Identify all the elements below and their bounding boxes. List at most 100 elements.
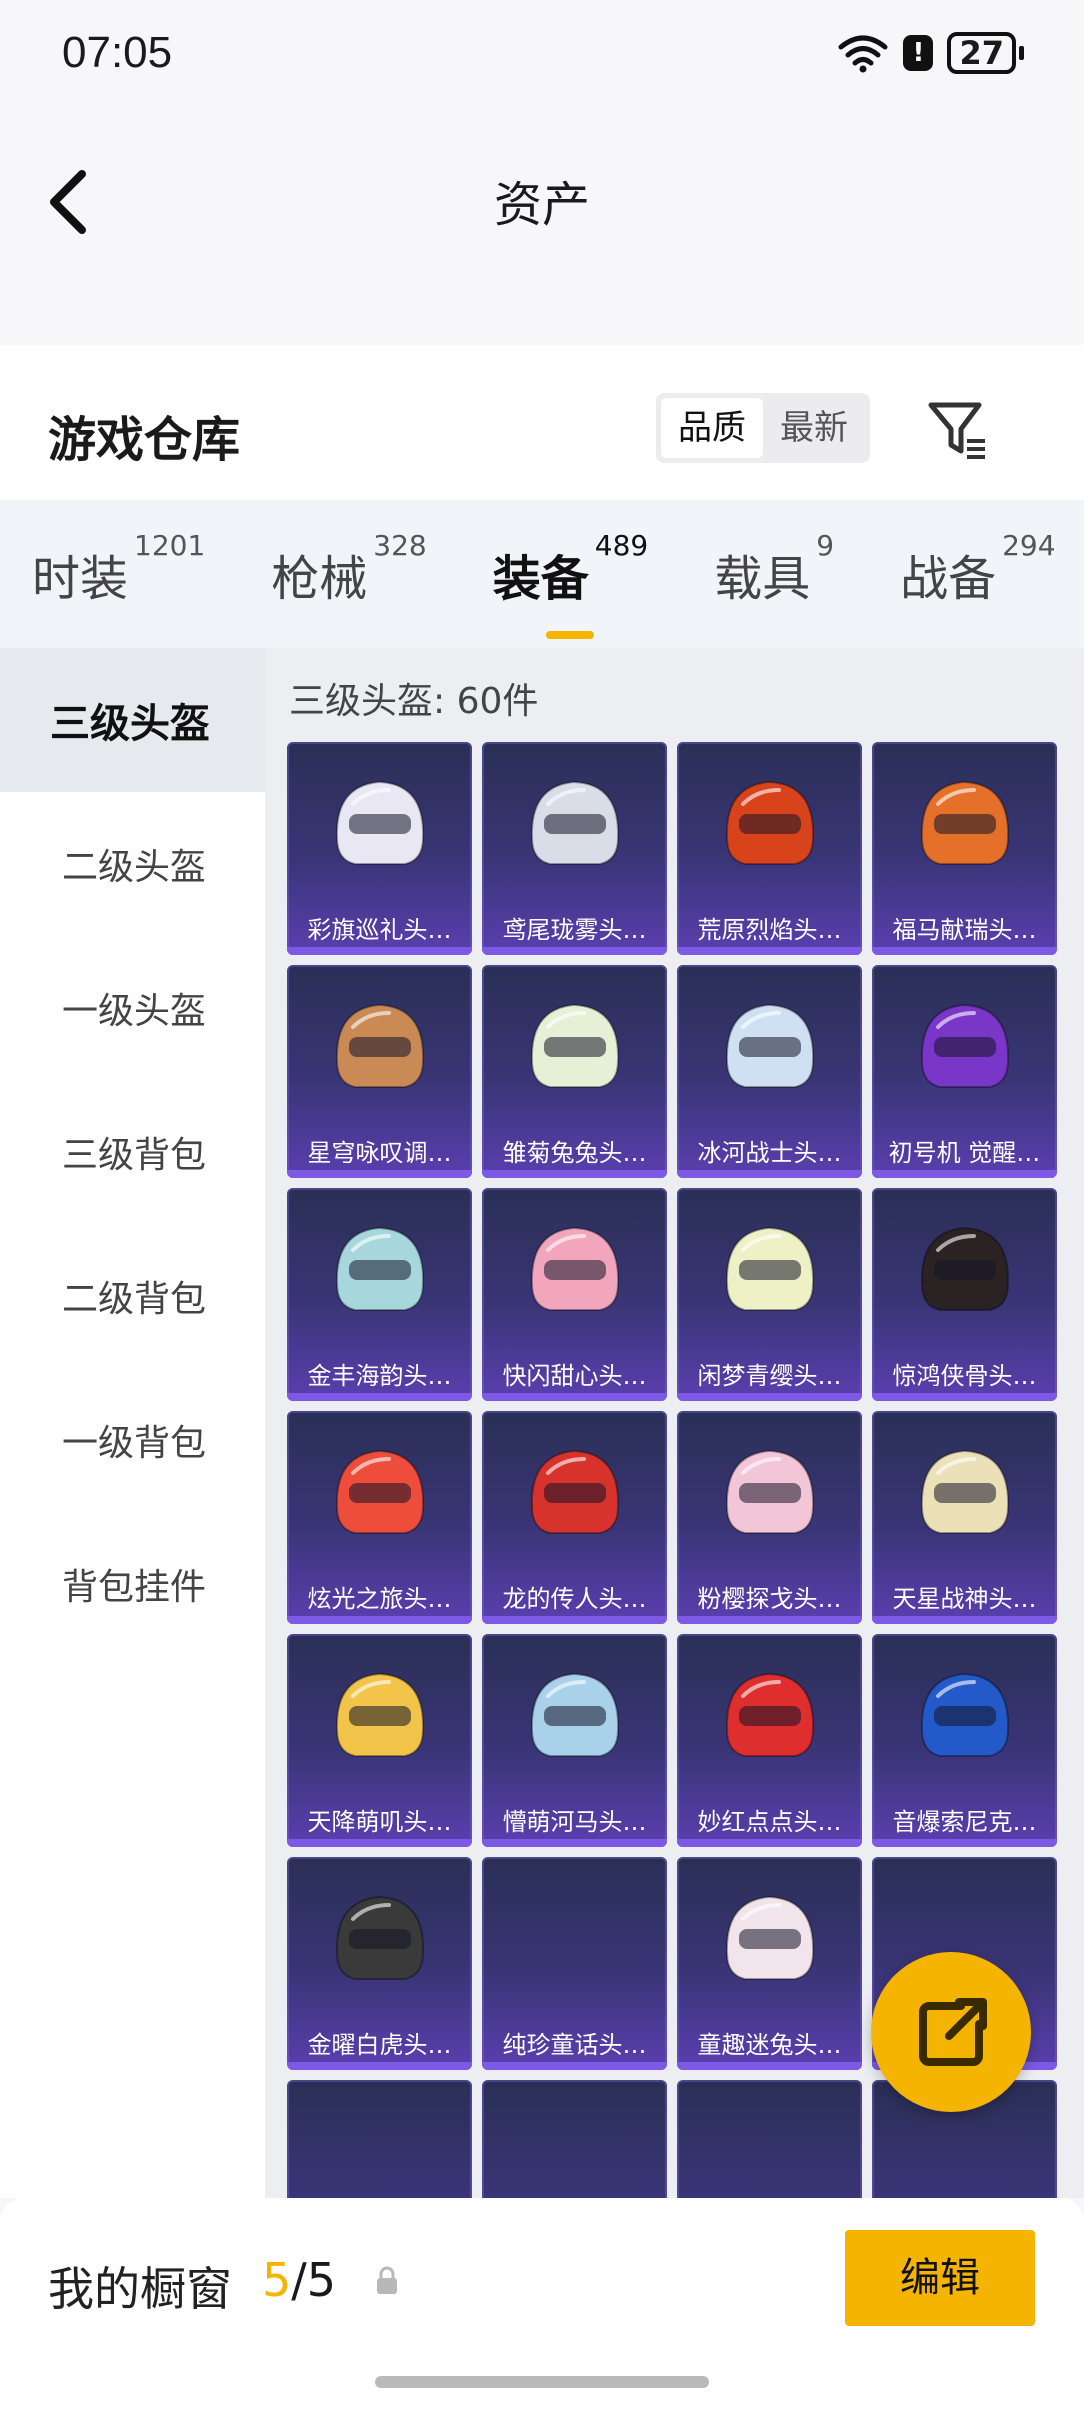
item-card[interactable]: 金曜白虎头… [287,1857,472,2070]
tab-label: 装备 [492,551,589,607]
tab-fashion[interactable]: 时装1201 [32,529,205,609]
item-card[interactable]: 天降萌叽头… [287,1634,472,1847]
item-card[interactable]: 福马献瑞头… [872,742,1057,955]
tab-count: 489 [594,529,649,562]
item-card[interactable]: 纯珍童话头… [482,1857,667,2070]
item-card[interactable] [482,2080,667,2198]
page-title: 资产 [493,177,590,233]
bottom-bar: 我的橱窗 5/5 编辑 [0,2198,1084,2412]
card-rarity-strip [872,1170,1057,1178]
card-rarity-strip [872,947,1057,955]
item-card[interactable]: 荒原烈焰头… [677,742,862,955]
sort-newest-option[interactable]: 最新 [763,398,865,458]
item-card[interactable]: 闲梦青缨头… [677,1188,862,1401]
warehouse-title: 游戏仓库 [48,412,241,468]
sort-quality-option[interactable]: 品质 [661,398,763,458]
side-item-level1-backpack[interactable]: 一级背包 [0,1368,265,1512]
item-card[interactable]: 妙红点点头… [677,1634,862,1847]
item-card[interactable] [287,2080,472,2198]
status-icons: ! 27 [837,32,1024,74]
item-count-label: 三级头盔: 60件 [289,681,539,722]
card-rarity-strip [872,1393,1057,1401]
item-name: 童趣迷兔头… [697,2031,842,2059]
card-rarity-strip [677,1393,862,1401]
side-item-level2-helmet[interactable]: 二级头盔 [0,792,265,936]
item-card[interactable]: 鸢尾珑雾头… [482,742,667,955]
home-indicator [375,2376,709,2388]
active-tab-indicator [546,631,595,639]
lock-icon [377,2266,397,2294]
side-item-backpack-charm[interactable]: 背包挂件 [0,1512,265,1656]
item-name: 快闪甜心头… [502,1362,647,1390]
card-rarity-strip [287,1170,472,1178]
item-name: 纯珍童话头… [502,2031,647,2059]
status-bar: 07:05 ! 27 [0,0,1084,110]
item-card[interactable]: 彩旗巡礼头… [287,742,472,955]
item-card[interactable]: 初号机 觉醒… [872,965,1057,1178]
item-card[interactable]: 童趣迷兔头… [677,1857,862,2070]
item-card[interactable]: 天星战神头… [872,1411,1057,1624]
tab-guns[interactable]: 枪械328 [271,529,426,609]
item-name: 天降萌叽头… [307,1808,452,1836]
helmet-icon [335,1226,425,1311]
card-rarity-strip [482,1616,667,1624]
item-card[interactable]: 音爆索尼克… [872,1634,1057,1847]
helmet-icon [335,780,425,865]
item-card[interactable]: 金丰海韵头… [287,1188,472,1401]
side-item-level2-backpack[interactable]: 二级背包 [0,1224,265,1368]
side-item-level1-helmet[interactable]: 一级头盔 [0,936,265,1080]
tab-label: 时装 [32,551,129,607]
tab-equipment[interactable]: 装备489 [492,529,648,639]
item-card[interactable] [677,2080,862,2198]
helmet-icon [530,1003,620,1088]
item-card[interactable]: 粉樱探戈头… [677,1411,862,1624]
item-name: 懵萌河马头… [502,1808,647,1836]
item-name: 初号机 觉醒… [888,1139,1041,1167]
item-name: 炫光之旅头… [307,1585,452,1613]
card-rarity-strip [872,1616,1057,1624]
share-button[interactable] [871,1952,1031,2112]
header: 资产 [0,110,1084,325]
side-item-level3-backpack[interactable]: 三级背包 [0,1080,265,1224]
helmet-icon [335,1895,425,1980]
helmet-icon [920,1449,1010,1534]
card-rarity-strip [872,1839,1057,1847]
battery-icon: 27 [947,32,1024,74]
card-rarity-strip [677,1616,862,1624]
card-rarity-strip [482,2062,667,2070]
category-tabs: 时装1201 枪械328 装备489 载具9 战备294 [0,500,1084,648]
helmet-icon [530,1672,620,1757]
item-name: 星穹咏叹调… [307,1139,452,1167]
sort-toggle: 品质 最新 [656,393,870,463]
item-name: 妙红点点头… [697,1808,842,1836]
item-card[interactable]: 懵萌河马头… [482,1634,667,1847]
item-name: 粉樱探戈头… [697,1585,842,1613]
item-name: 彩旗巡礼头… [307,916,452,944]
side-item-level3-helmet[interactable]: 三级头盔 [0,648,265,792]
card-rarity-strip [287,2062,472,2070]
warehouse-bar: 游戏仓库 品质 最新 [0,345,1084,500]
item-card[interactable]: 惊鸿侠骨头… [872,1188,1057,1401]
share-icon [919,1998,987,2066]
item-card[interactable]: 星穹咏叹调… [287,965,472,1178]
item-name: 金丰海韵头… [307,1362,452,1390]
tab-label: 载具 [714,551,811,607]
card-rarity-strip [482,1839,667,1847]
edit-button[interactable]: 编辑 [845,2230,1035,2326]
card-rarity-strip [677,947,862,955]
filter-icon[interactable] [925,397,989,461]
item-card[interactable]: 炫光之旅头… [287,1411,472,1624]
helmet-icon [530,1226,620,1311]
item-name: 闲梦青缨头… [697,1362,842,1390]
item-card[interactable]: 冰河战士头… [677,965,862,1178]
helmet-icon [725,1449,815,1534]
side-nav: 三级头盔 二级头盔 一级头盔 三级背包 二级背包 一级背包 背包挂件 [0,648,265,2198]
item-card[interactable]: 龙的传人头… [482,1411,667,1624]
tab-vehicles[interactable]: 载具9 [714,529,834,609]
helmet-icon [725,1226,815,1311]
item-name: 荒原烈焰头… [697,916,842,944]
item-card[interactable]: 雏菊兔兔头… [482,965,667,1178]
tab-supplies[interactable]: 战备294 [900,529,1055,609]
item-card[interactable]: 快闪甜心头… [482,1188,667,1401]
helmet-icon [725,780,815,865]
